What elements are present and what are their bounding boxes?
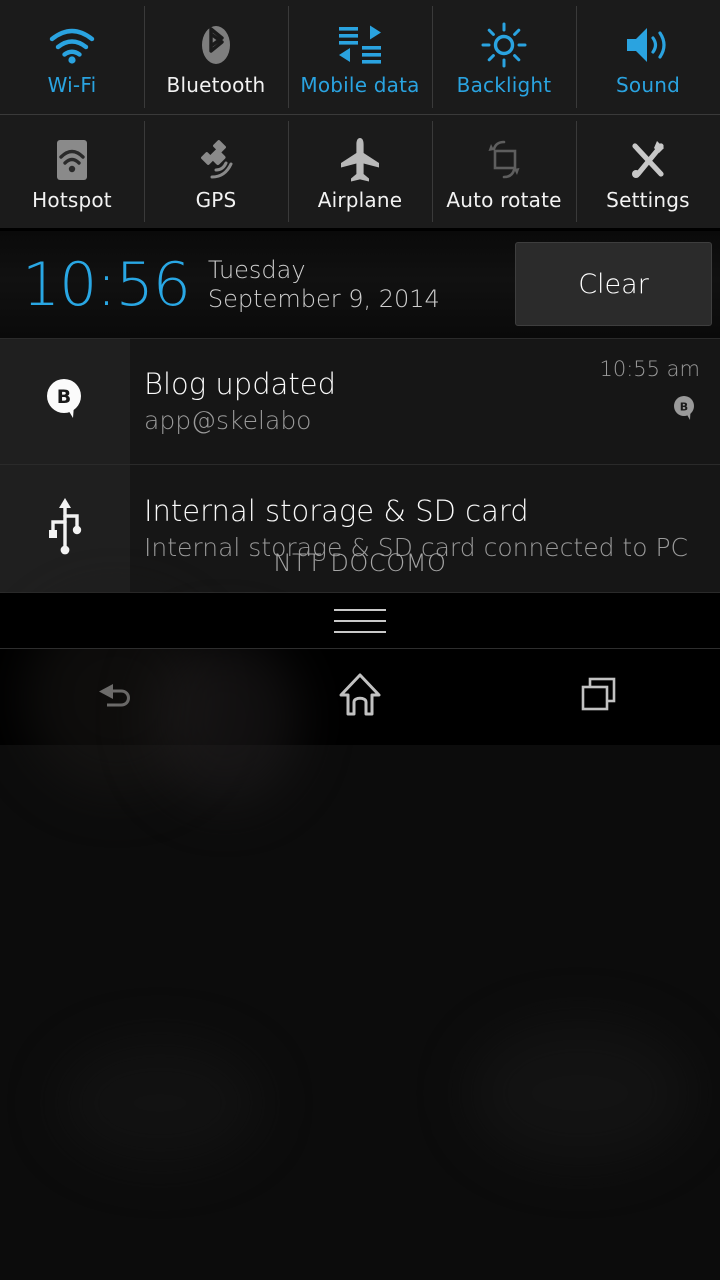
notification-title: Blog updated [144, 366, 336, 401]
bluetooth-icon [194, 19, 238, 71]
qs-label-wifi: Wi-Fi [47, 73, 97, 97]
qs-tile-hotspot[interactable]: Hotspot [0, 115, 144, 228]
clear-button[interactable]: Clear [515, 242, 712, 326]
qs-label-hotspot: Hotspot [32, 187, 112, 212]
qs-tile-auto-rotate[interactable]: Auto rotate [432, 115, 576, 228]
clock-time: 10:56 [22, 249, 191, 320]
qs-tile-settings[interactable]: Settings [576, 115, 720, 228]
qs-label-gps: GPS [195, 187, 237, 212]
brightness-icon [480, 19, 528, 71]
auto-rotate-icon [479, 134, 529, 186]
clock-date-block: Tuesday September 9, 2014 [208, 256, 440, 313]
android-notification-shade: Wi-Fi Bluetooth Mobile data Backlight So… [0, 0, 720, 1280]
settings-tools-icon [624, 134, 672, 186]
qs-label-auto-rotate: Auto rotate [446, 187, 562, 212]
speaker-icon [623, 19, 673, 71]
notification-subtitle: app@skelabo [144, 406, 312, 436]
status-clock-bar: 10:56 Tuesday September 9, 2014 Clear [0, 231, 720, 339]
qs-tile-bluetooth[interactable]: Bluetooth [144, 0, 288, 114]
notification-title: Internal storage & SD card [144, 493, 529, 528]
wallpaper-ghost [150, 633, 300, 803]
hotspot-icon [50, 134, 94, 186]
wallpaper-ghost [470, 1023, 690, 1163]
notification-icon-column: B [0, 339, 130, 464]
nav-recents-button[interactable] [480, 649, 720, 745]
wallpaper-ghost [60, 1043, 260, 1163]
quick-settings-row-1: Wi-Fi Bluetooth Mobile data Backlight So… [0, 0, 720, 114]
qs-label-bluetooth: Bluetooth [166, 73, 266, 97]
blog-bubble-badge-icon: B [670, 393, 700, 427]
blog-bubble-icon: B [39, 374, 91, 430]
notification-row-blog[interactable]: B Blog updated app@skelabo 10:55 am B [0, 339, 720, 465]
shade-drag-handle[interactable] [0, 593, 720, 649]
airplane-icon [338, 134, 382, 186]
notification-text-block: Blog updated app@skelabo [130, 339, 590, 464]
qs-tile-sound[interactable]: Sound [576, 0, 720, 114]
qs-tile-gps[interactable]: GPS [144, 115, 288, 228]
qs-label-backlight: Backlight [456, 73, 552, 97]
qs-label-mobile-data: Mobile data [300, 73, 420, 97]
qs-tile-airplane[interactable]: Airplane [288, 115, 432, 228]
qs-label-sound: Sound [616, 73, 680, 97]
gps-satellite-icon [192, 134, 240, 186]
recent-apps-icon [574, 671, 626, 723]
notification-meta: 10:55 am B [590, 339, 720, 464]
notification-time: 10:55 am [599, 357, 700, 381]
mobile-data-icon [335, 19, 385, 71]
qs-label-airplane: Airplane [317, 187, 403, 212]
clock-weekday: Tuesday [207, 256, 306, 285]
qs-tile-wifi[interactable]: Wi-Fi [0, 0, 144, 114]
drag-handle-icon [334, 608, 386, 633]
qs-tile-backlight[interactable]: Backlight [432, 0, 576, 114]
svg-text:B: B [57, 386, 71, 408]
carrier-label: NTT DOCOMO [273, 549, 447, 577]
clock-date: September 9, 2014 [207, 284, 440, 313]
quick-settings-row-2: Hotspot GPS Airplane Auto rotate Setting… [0, 114, 720, 228]
svg-text:B: B [680, 401, 688, 414]
qs-tile-mobile-data[interactable]: Mobile data [288, 0, 432, 114]
qs-label-settings: Settings [606, 187, 690, 212]
home-icon [334, 670, 386, 724]
quick-settings-panel: Wi-Fi Bluetooth Mobile data Backlight So… [0, 0, 720, 231]
wifi-icon [47, 19, 97, 71]
